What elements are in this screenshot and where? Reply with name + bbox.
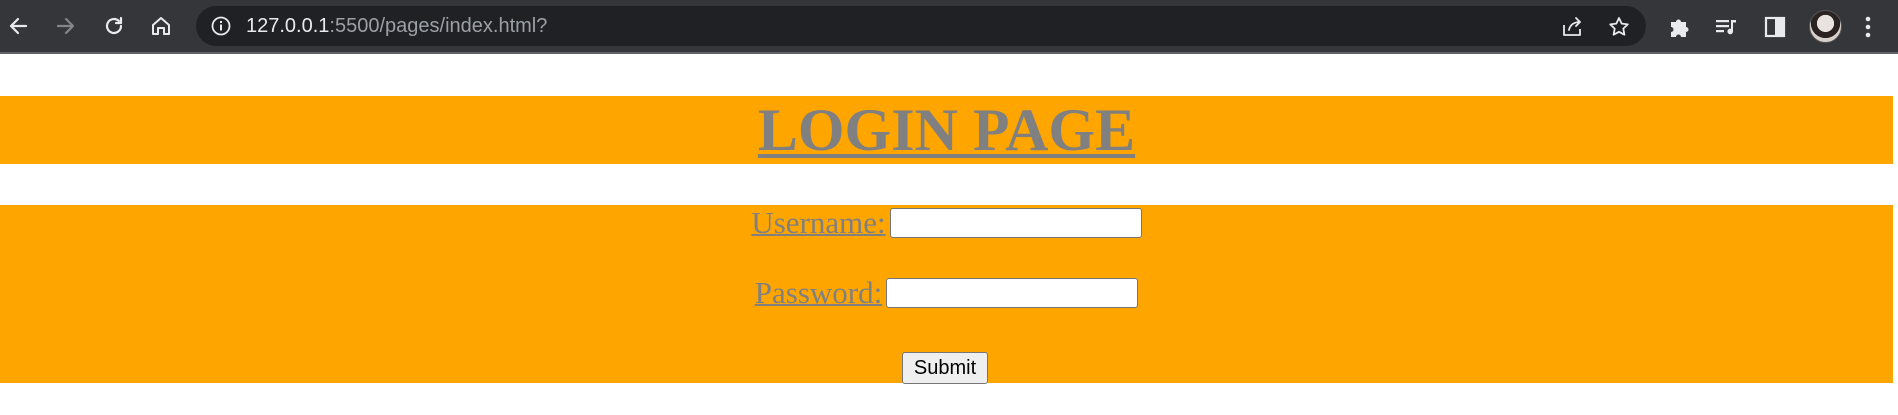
url-path: :5500/pages/index.html? — [329, 15, 548, 37]
side-panel-icon[interactable] — [1762, 14, 1788, 40]
reload-icon — [105, 16, 123, 35]
password-input[interactable] — [886, 278, 1139, 308]
username-label: Username: — [751, 205, 886, 240]
home-icon — [152, 17, 170, 35]
address-bar[interactable]: 127.0.0.1:5500/pages/index.html? — [196, 6, 1646, 46]
username-input[interactable] — [889, 208, 1142, 238]
bookmark-star-icon[interactable] — [1607, 15, 1631, 39]
forward-arrow-icon — [56, 17, 75, 35]
submit-button[interactable]: Submit — [902, 352, 988, 384]
back-button[interactable] — [2, 10, 34, 42]
username-row: Username: — [0, 205, 1893, 241]
share-icon[interactable] — [1560, 15, 1584, 39]
reload-button[interactable] — [98, 10, 130, 42]
home-button[interactable] — [145, 10, 177, 42]
page-title: LOGIN PAGE — [757, 97, 1136, 163]
more-menu-icon[interactable] — [1860, 14, 1876, 40]
password-row: Password: — [0, 275, 1893, 311]
back-arrow-icon — [9, 17, 28, 35]
profile-avatar[interactable] — [1809, 10, 1842, 43]
url-host: 127.0.0.1 — [246, 15, 330, 37]
password-label: Password: — [754, 275, 883, 310]
login-form: Username: Password: Submit — [0, 205, 1893, 384]
url-text[interactable]: 127.0.0.1:5500/pages/index.html? — [246, 16, 547, 36]
forward-button[interactable] — [50, 10, 82, 42]
site-info-icon[interactable] — [210, 15, 232, 37]
media-queue-icon[interactable] — [1714, 14, 1740, 40]
title-banner: LOGIN PAGE — [0, 96, 1893, 164]
extensions-puzzle-icon[interactable] — [1666, 14, 1692, 40]
browser-toolbar: 127.0.0.1:5500/pages/index.html? — [0, 0, 1898, 54]
